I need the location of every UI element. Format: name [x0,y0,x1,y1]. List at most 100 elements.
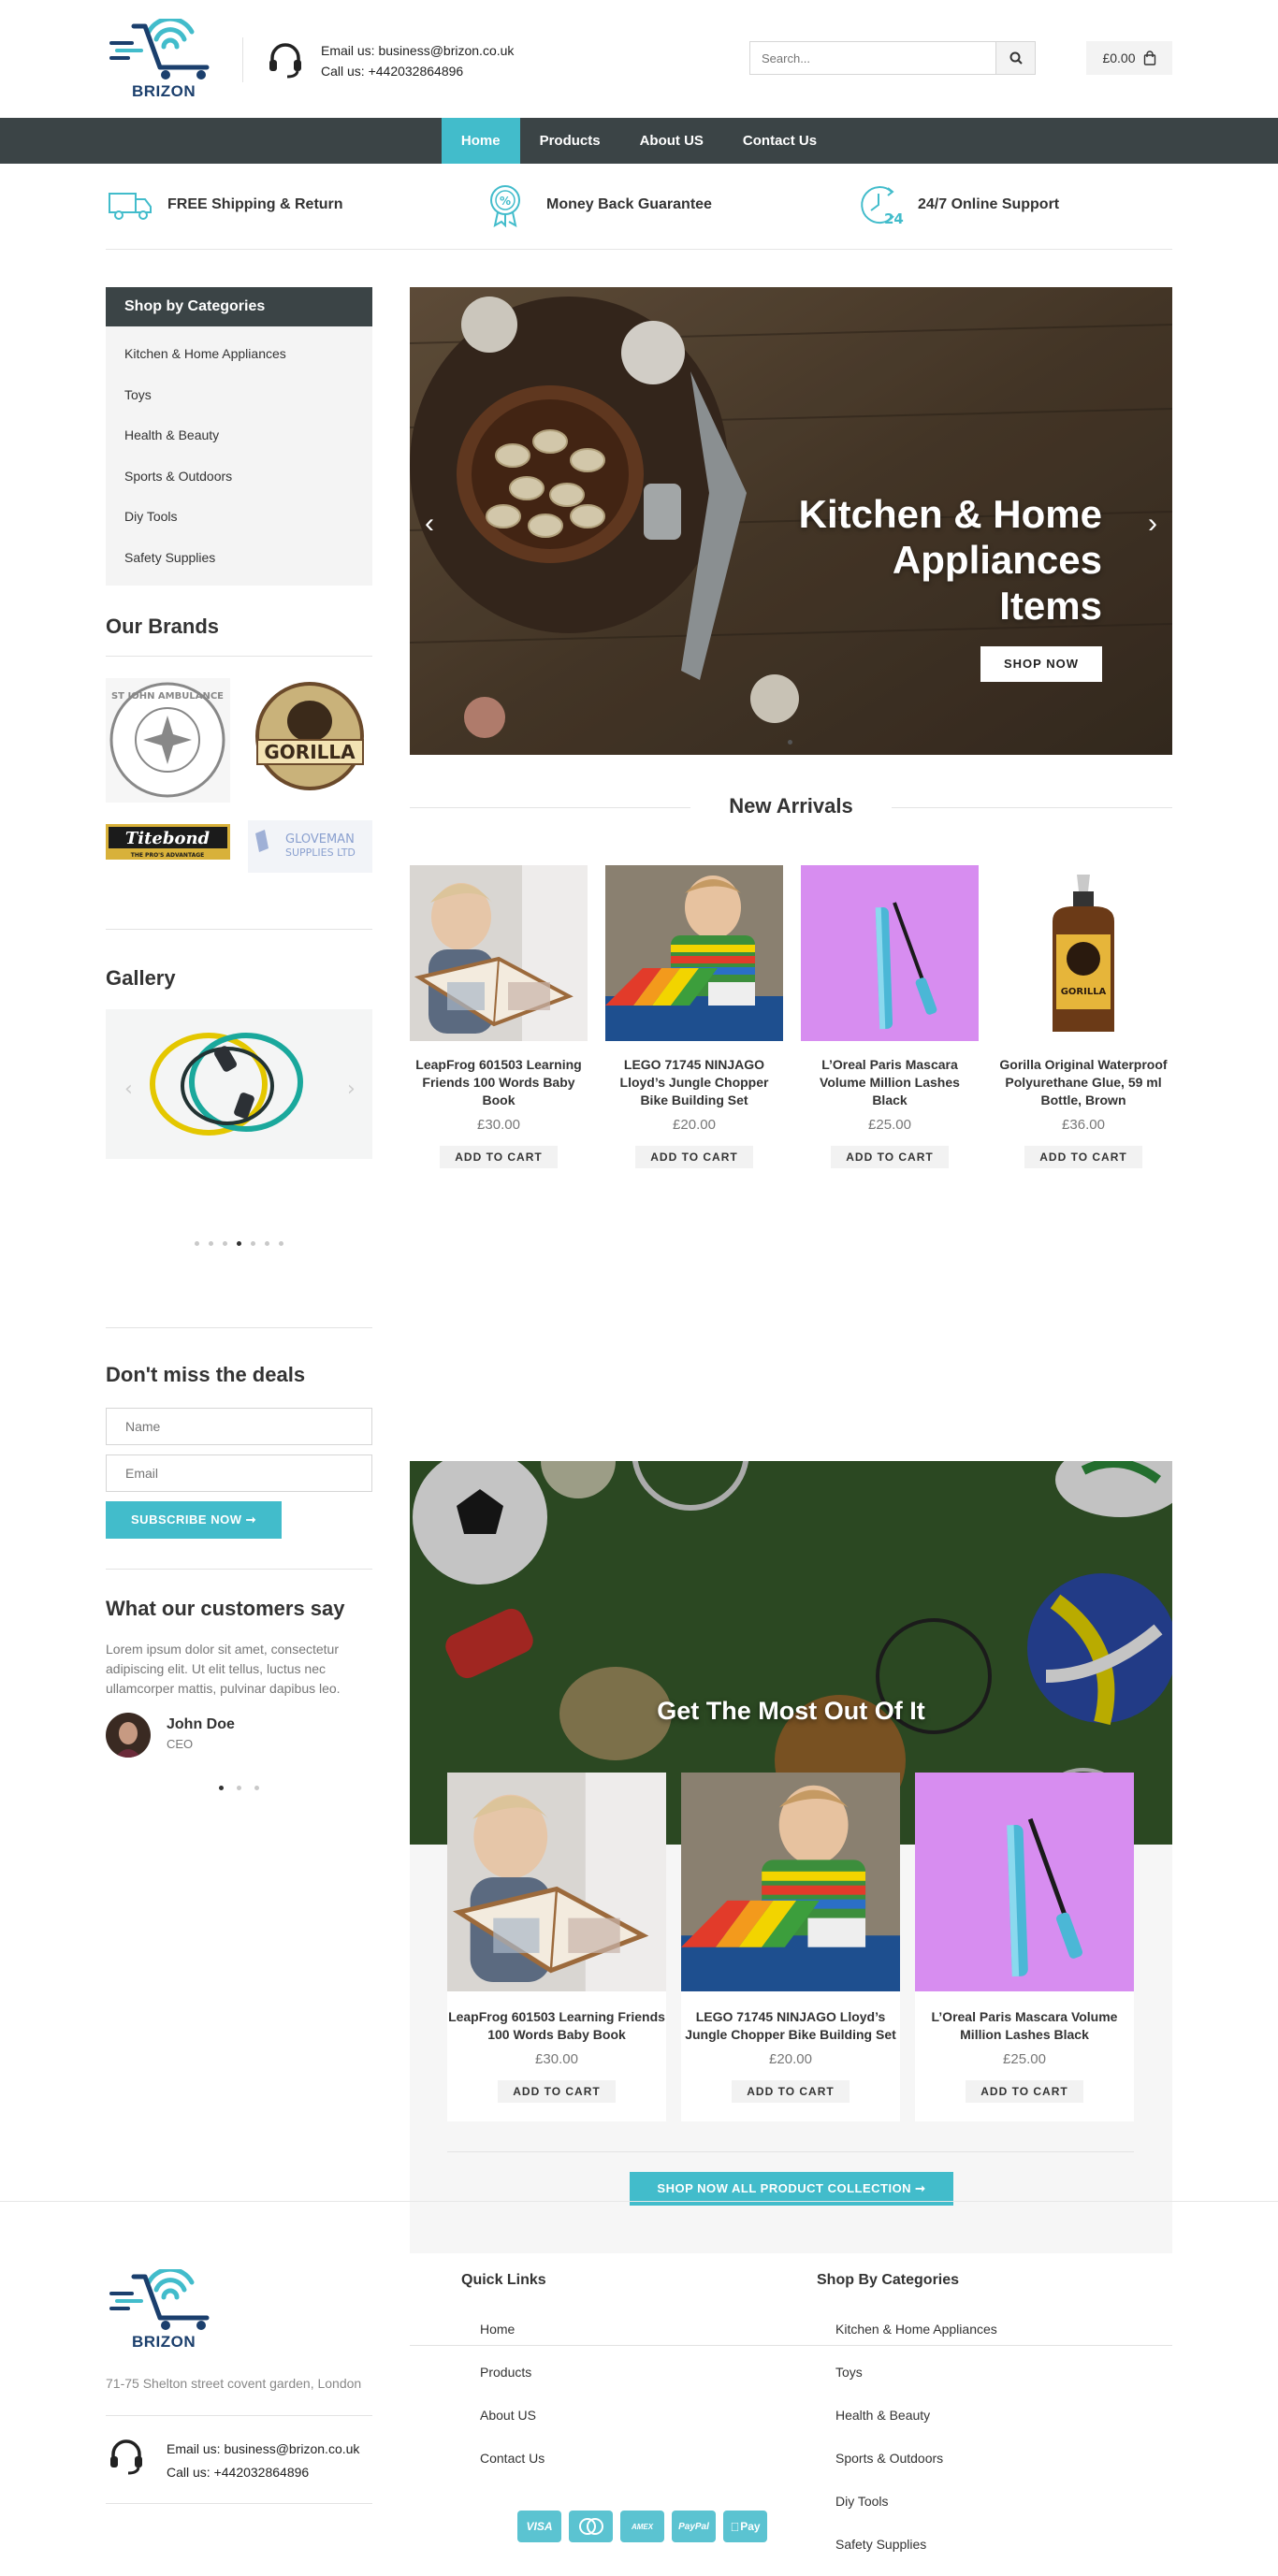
add-to-cart-button[interactable]: ADD TO CART [831,1146,949,1168]
footer-link[interactable]: Contact Us [461,2437,545,2480]
product-image[interactable] [447,1773,666,1991]
footer-category-link[interactable]: Sports & Outdoors [817,2437,997,2480]
product-name[interactable]: Gorilla Original Waterproof Polyurethane… [995,1056,1172,1109]
product-name[interactable]: LEGO 71745 NINJAGO Lloyd’s Jungle Choppe… [605,1056,783,1109]
product-name[interactable]: LeapFrog 601503 Learning Friends 100 Wor… [447,2008,666,2044]
footer-category-link[interactable]: Diy Tools [817,2480,997,2523]
hero-shop-now-button[interactable]: SHOP NOW [980,646,1102,682]
search-button[interactable] [995,42,1035,74]
gallery-dot[interactable] [279,1241,283,1246]
name-field[interactable] [106,1408,372,1445]
feature-shipping-label: FREE Shipping & Return [167,196,343,212]
footer-category-link[interactable]: Health & Beauty [817,2394,997,2437]
category-item[interactable]: Health & Beauty [124,415,372,456]
add-to-cart-button[interactable]: ADD TO CART [498,2080,616,2103]
product-image[interactable] [681,1773,900,1991]
gallery-dot[interactable] [265,1241,269,1246]
category-item[interactable]: Sports & Outdoors [124,456,372,498]
hero-prev-arrow[interactable]: ‹ [425,508,434,540]
brizon-logo[interactable]: BRIZON [106,16,218,101]
hero-dot[interactable] [788,740,792,745]
titebond-wordmark: Titebond [125,829,211,848]
gallery-dot[interactable] [209,1241,213,1246]
product-name[interactable]: LeapFrog 601503 Learning Friends 100 Wor… [410,1056,588,1109]
header-email[interactable]: Email us: business@brizon.co.uk [321,40,514,61]
testimonial-dot-active[interactable] [219,1786,224,1790]
gallery-slide[interactable]: ‹ › [106,1009,372,1159]
product-name[interactable]: L’Oreal Paris Mascara Volume Million Las… [915,2008,1134,2044]
product-price: £20.00 [769,2051,812,2067]
product-price: £30.00 [477,1117,520,1133]
promo-product-card[interactable]: L’Oreal Paris Mascara Volume Million Las… [915,1773,1134,2121]
footer-email[interactable]: Email us: business@brizon.co.uk [167,2438,359,2461]
footer-phone[interactable]: Call us: +442032864896 [167,2461,359,2484]
gallery-dot[interactable] [195,1241,199,1246]
product-image[interactable] [410,865,588,1041]
category-item[interactable]: Safety Supplies [124,538,372,579]
svg-text:‹: ‹ [124,1078,133,1101]
add-to-cart-button[interactable]: ADD TO CART [1024,1146,1142,1168]
testimonial-dots [106,1786,372,1790]
new-arrivals-heading: New Arrivals [410,789,1172,826]
brand-titebond[interactable]: Titebond THE PRO'S ADVANTAGE [106,820,230,863]
footer-category-link[interactable]: Kitchen & Home Appliances [817,2308,997,2351]
header-phone[interactable]: Call us: +442032864896 [321,61,514,81]
footer-link[interactable]: Home [461,2308,545,2351]
add-to-cart-button[interactable]: ADD TO CART [635,1146,753,1168]
category-item[interactable]: Kitchen & Home Appliances [124,334,372,375]
gallery-dot-active[interactable] [237,1241,241,1246]
brand-st-john-ambulance[interactable]: ST JOHN AMBULANCE [106,678,230,803]
nav-contact[interactable]: Contact Us [723,118,836,164]
email-field[interactable] [106,1454,372,1492]
categories-box: Shop by Categories Kitchen & Home Applia… [106,287,372,586]
brand-gorilla[interactable]: GORILLA [248,678,372,803]
product-image[interactable] [801,865,979,1041]
product-card[interactable]: L’Oreal Paris Mascara Volume Million Las… [801,865,979,1168]
product-name[interactable]: L’Oreal Paris Mascara Volume Million Las… [801,1056,979,1109]
nav-home[interactable]: Home [441,118,520,164]
product-card[interactable]: LeapFrog 601503 Learning Friends 100 Wor… [410,865,588,1168]
feature-money-back-label: Money Back Guarantee [546,196,712,212]
footer-category-link[interactable]: Toys [817,2351,997,2394]
footer-category-link[interactable]: Safety Supplies [817,2523,997,2566]
gorilla-wordmark: GORILLA [264,741,356,763]
sidebar: Shop by Categories Kitchen & Home Applia… [106,287,372,1790]
footer-categories-list: Kitchen & Home Appliances Toys Health & … [817,2308,997,2566]
gallery-dot[interactable] [223,1241,227,1246]
paypal-icon: PayPal [672,2511,716,2542]
category-item[interactable]: Diy Tools [124,497,372,538]
nav-about[interactable]: About US [620,118,723,164]
product-name[interactable]: LEGO 71745 NINJAGO Lloyd’s Jungle Choppe… [681,2008,900,2044]
footer-logo[interactable]: BRIZON [106,2266,218,2352]
hero-next-arrow[interactable]: › [1148,508,1157,540]
lego-image [605,865,783,1041]
search-input[interactable] [750,42,988,74]
logo-text: BRIZON [132,82,196,100]
product-card[interactable]: LEGO 71745 NINJAGO Lloyd’s Jungle Choppe… [605,865,783,1168]
add-to-cart-button[interactable]: ADD TO CART [440,1146,558,1168]
product-image[interactable] [605,865,783,1041]
cart-wifi-logo-icon [109,16,210,80]
footer-link[interactable]: Products [461,2351,545,2394]
cart-button[interactable]: £0.00 [1086,41,1172,75]
product-card[interactable]: GORILLA Gorilla Original Waterproof Poly… [995,865,1172,1168]
product-image[interactable]: GORILLA [995,865,1172,1041]
page-body: Shop by Categories Kitchen & Home Applia… [106,250,1172,2346]
product-image[interactable] [915,1773,1134,1991]
brand-gloveman[interactable]: GLOVEMAN SUPPLIES LTD [248,820,372,873]
promo-product-card[interactable]: LEGO 71745 NINJAGO Lloyd’s Jungle Choppe… [681,1773,900,2121]
promo-product-card[interactable]: LeapFrog 601503 Learning Friends 100 Wor… [447,1773,666,2121]
add-to-cart-button[interactable]: ADD TO CART [732,2080,850,2103]
add-to-cart-button[interactable]: ADD TO CART [966,2080,1083,2103]
badge-percent-icon: % [490,185,520,227]
nav-products[interactable]: Products [520,118,620,164]
testimonial-dot[interactable] [237,1786,241,1790]
feature-shipping: FREE Shipping & Return [106,182,343,227]
footer-link[interactable]: About US [461,2394,545,2437]
new-arrivals-title: New Arrivals [729,794,853,818]
testimonial-dot[interactable] [254,1786,259,1790]
gallery-dot[interactable] [251,1241,255,1246]
category-item[interactable]: Toys [124,375,372,416]
subscribe-button[interactable]: SUBSCRIBE NOW ➞ [106,1501,282,1539]
promo-title: Get The Most Out Of It [657,1697,925,1725]
